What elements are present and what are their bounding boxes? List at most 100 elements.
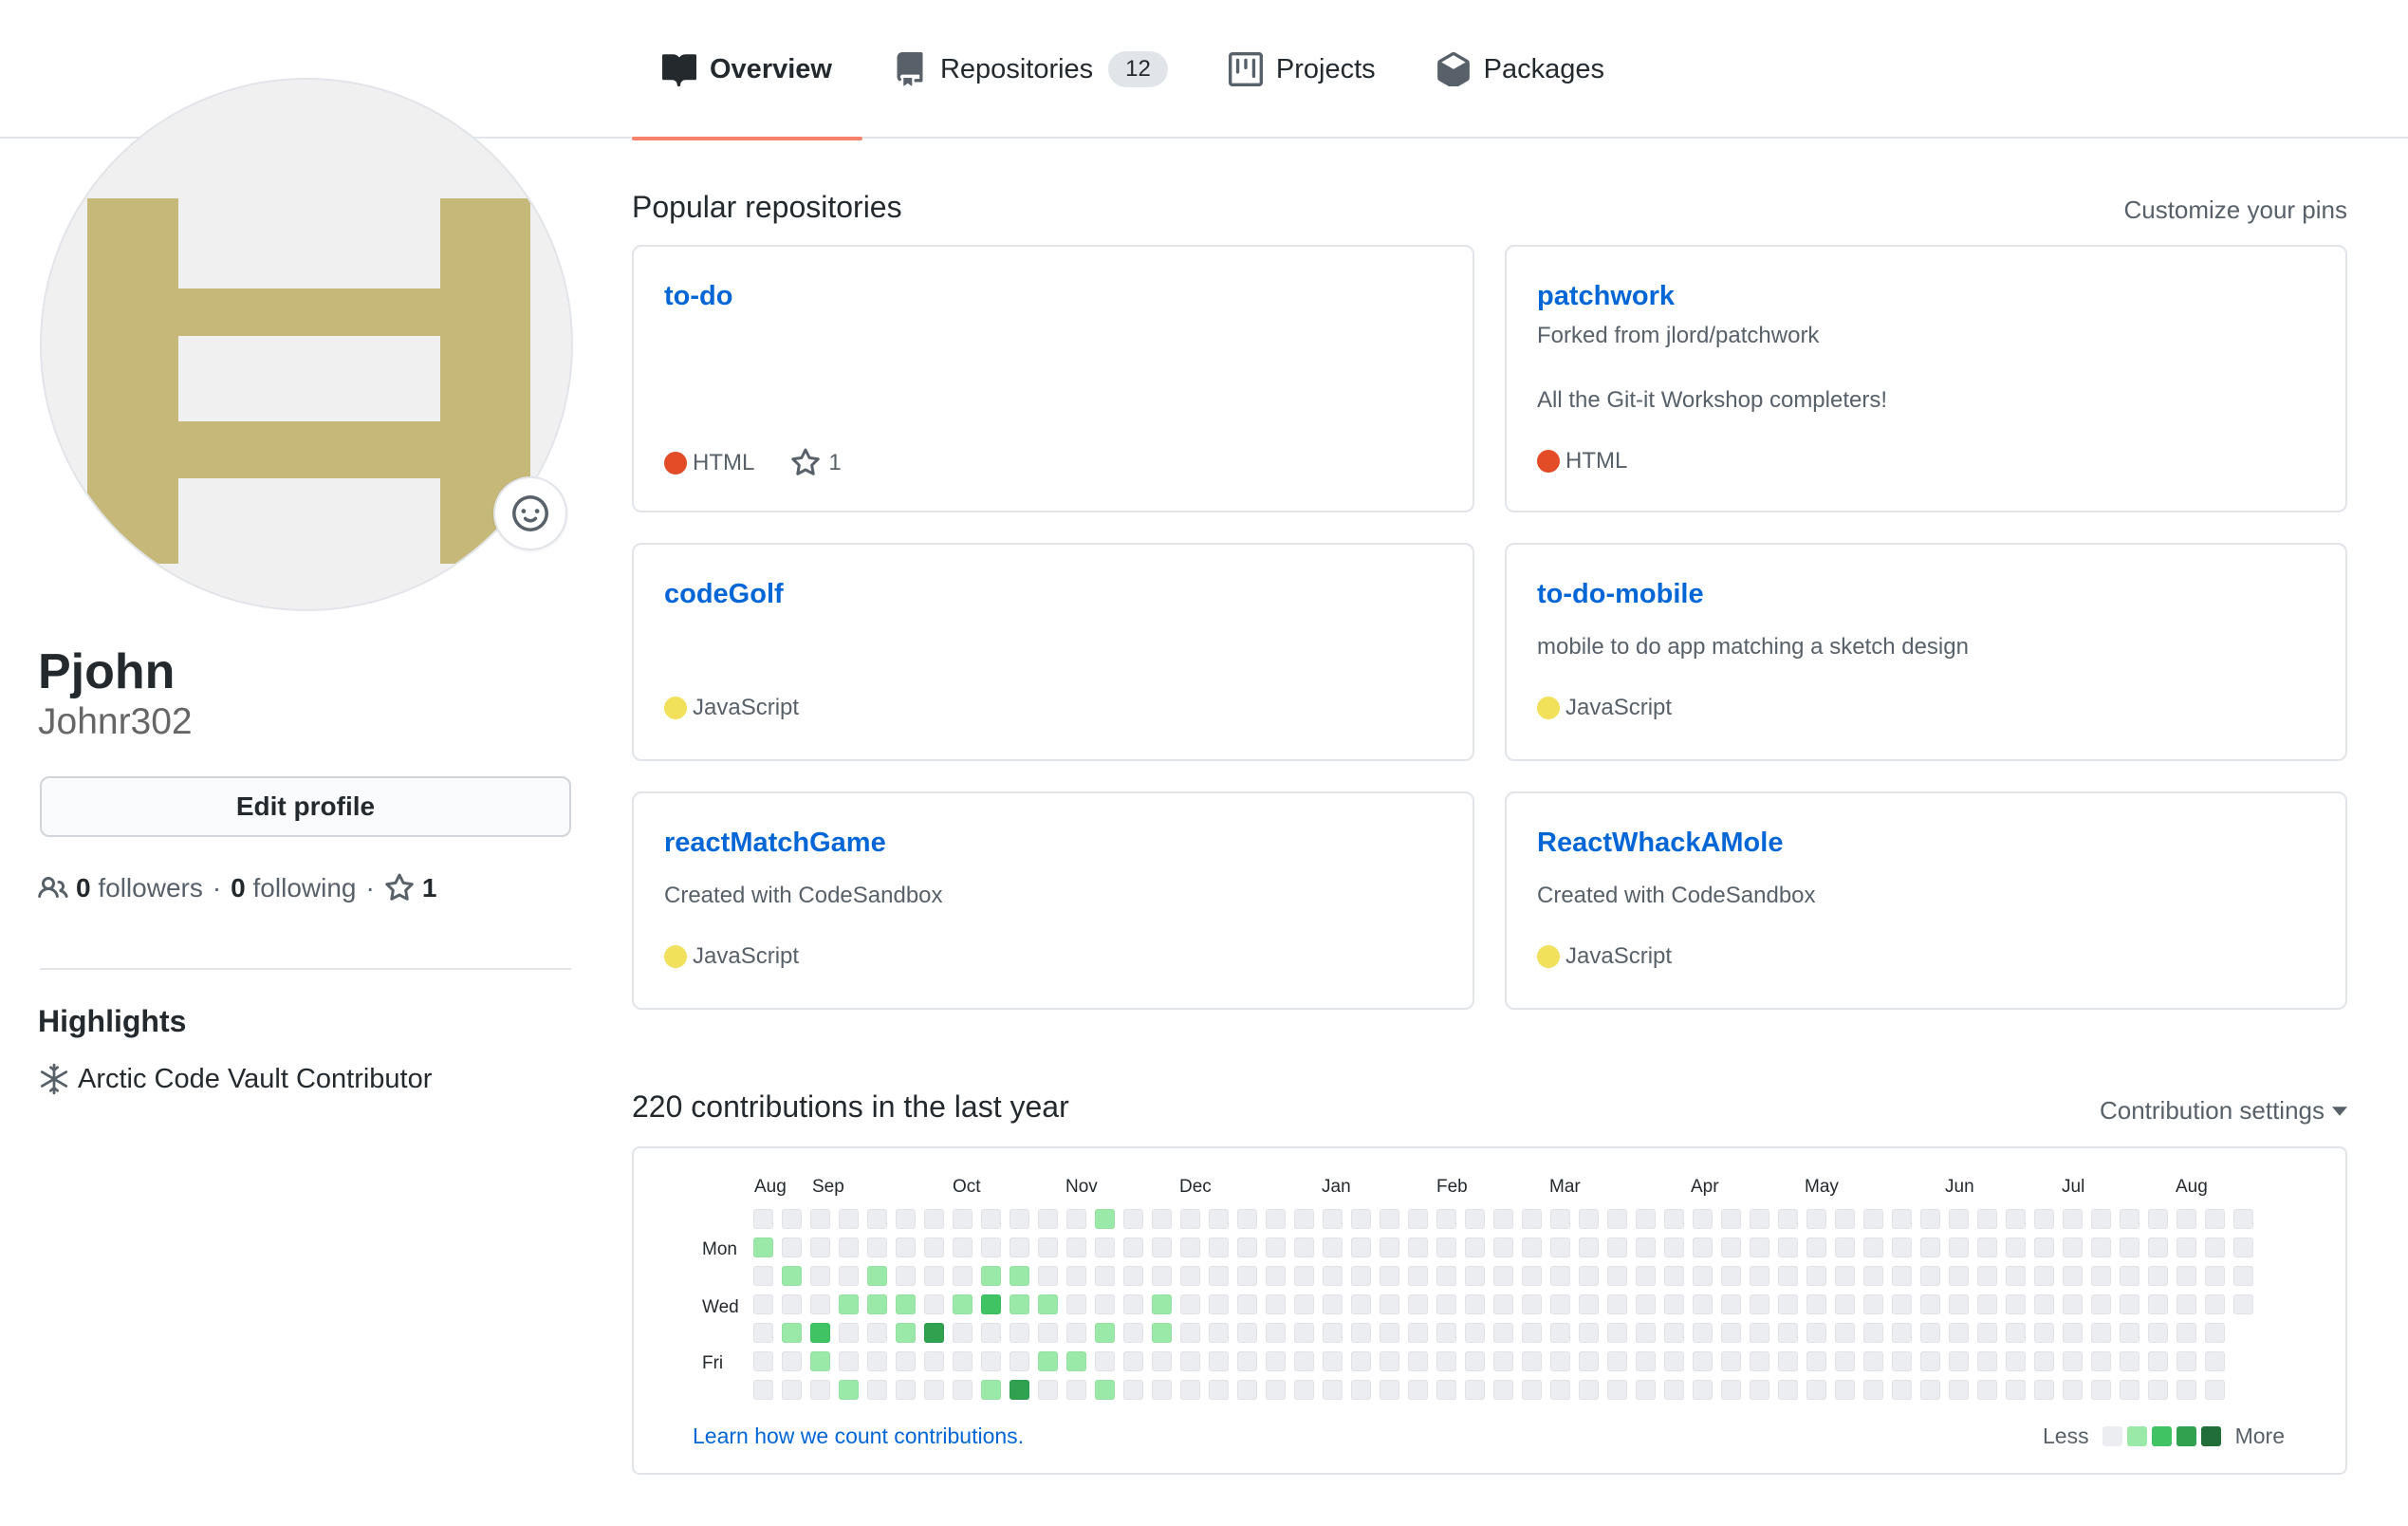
contribution-day[interactable] xyxy=(1750,1294,1769,1314)
contribution-day[interactable] xyxy=(1806,1209,1826,1229)
contribution-day[interactable] xyxy=(867,1266,887,1286)
contribution-day[interactable] xyxy=(924,1380,944,1400)
contribution-day[interactable] xyxy=(1323,1351,1343,1371)
contribution-day[interactable] xyxy=(1294,1380,1314,1400)
contribution-day[interactable] xyxy=(1778,1266,1798,1286)
contribution-day[interactable] xyxy=(896,1323,916,1343)
contribution-day[interactable] xyxy=(981,1351,1001,1371)
contribution-day[interactable] xyxy=(1152,1266,1172,1286)
contribution-day[interactable] xyxy=(1351,1209,1371,1229)
contribution-day[interactable] xyxy=(924,1238,944,1257)
contribution-day[interactable] xyxy=(1038,1266,1058,1286)
contribution-day[interactable] xyxy=(1835,1351,1855,1371)
contribution-day[interactable] xyxy=(1778,1323,1798,1343)
contribution-day[interactable] xyxy=(2148,1380,2168,1400)
contribution-day[interactable] xyxy=(1380,1380,1399,1400)
contribution-day[interactable] xyxy=(1323,1294,1343,1314)
contribution-day[interactable] xyxy=(753,1351,773,1371)
contribution-day[interactable] xyxy=(1863,1323,1883,1343)
contribution-day[interactable] xyxy=(2176,1209,2196,1229)
contribution-day[interactable] xyxy=(1607,1380,1627,1400)
contribution-day[interactable] xyxy=(1522,1266,1542,1286)
contribution-day[interactable] xyxy=(2205,1351,2225,1371)
contribution-day[interactable] xyxy=(2205,1294,2225,1314)
contribution-day[interactable] xyxy=(1380,1323,1399,1343)
contribution-day[interactable] xyxy=(1294,1323,1314,1343)
contribution-day[interactable] xyxy=(2148,1238,2168,1257)
repo-stars-link[interactable]: 1 xyxy=(790,448,842,478)
contribution-day[interactable] xyxy=(1180,1294,1200,1314)
following-link[interactable]: 0 following xyxy=(231,873,356,903)
contribution-day[interactable] xyxy=(1038,1238,1058,1257)
contribution-day[interactable] xyxy=(1806,1323,1826,1343)
contribution-day[interactable] xyxy=(953,1323,972,1343)
contribution-day[interactable] xyxy=(1721,1209,1741,1229)
contribution-day[interactable] xyxy=(2148,1294,2168,1314)
contribution-day[interactable] xyxy=(1949,1351,1969,1371)
contribution-day[interactable] xyxy=(1095,1351,1115,1371)
contribution-day[interactable] xyxy=(1465,1323,1485,1343)
contribution-day[interactable] xyxy=(1408,1266,1428,1286)
contribution-day[interactable] xyxy=(1863,1380,1883,1400)
contribution-day[interactable] xyxy=(1294,1294,1314,1314)
contribution-day[interactable] xyxy=(896,1238,916,1257)
contribution-day[interactable] xyxy=(1010,1380,1029,1400)
contribution-day[interactable] xyxy=(810,1209,830,1229)
contribution-day[interactable] xyxy=(1408,1209,1428,1229)
contribution-day[interactable] xyxy=(1892,1323,1912,1343)
contribution-day[interactable] xyxy=(2205,1380,2225,1400)
contribution-day[interactable] xyxy=(2063,1323,2083,1343)
contribution-day[interactable] xyxy=(839,1238,859,1257)
contribution-day[interactable] xyxy=(2120,1266,2139,1286)
contribution-day[interactable] xyxy=(1835,1266,1855,1286)
contribution-day[interactable] xyxy=(1436,1380,1456,1400)
contribution-day[interactable] xyxy=(1209,1209,1229,1229)
contribution-day[interactable] xyxy=(1892,1238,1912,1257)
contribution-day[interactable] xyxy=(1750,1238,1769,1257)
contribution-day[interactable] xyxy=(1550,1351,1570,1371)
contribution-day[interactable] xyxy=(2063,1266,2083,1286)
contribution-day[interactable] xyxy=(981,1209,1001,1229)
contribution-day[interactable] xyxy=(753,1266,773,1286)
contribution-day[interactable] xyxy=(1180,1238,1200,1257)
contribution-day[interactable] xyxy=(1977,1238,1997,1257)
contribution-day[interactable] xyxy=(1237,1294,1257,1314)
contribution-day[interactable] xyxy=(1323,1209,1343,1229)
contribution-day[interactable] xyxy=(1550,1294,1570,1314)
contribution-day[interactable] xyxy=(1436,1266,1456,1286)
contribution-day[interactable] xyxy=(1664,1351,1684,1371)
contribution-day[interactable] xyxy=(1806,1351,1826,1371)
contribution-day[interactable] xyxy=(1806,1380,1826,1400)
contribution-day[interactable] xyxy=(753,1380,773,1400)
contribution-day[interactable] xyxy=(1465,1351,1485,1371)
contribution-day[interactable] xyxy=(1636,1266,1656,1286)
contribution-day[interactable] xyxy=(1863,1238,1883,1257)
contribution-day[interactable] xyxy=(1436,1294,1456,1314)
contribution-day[interactable] xyxy=(753,1238,773,1257)
repo-name-link[interactable]: reactMatchGame xyxy=(664,828,886,859)
contribution-day[interactable] xyxy=(1323,1380,1343,1400)
contribution-day[interactable] xyxy=(1237,1238,1257,1257)
contribution-day[interactable] xyxy=(1237,1266,1257,1286)
contribution-day[interactable] xyxy=(2148,1209,2168,1229)
contribution-day[interactable] xyxy=(1351,1323,1371,1343)
contribution-day[interactable] xyxy=(1636,1380,1656,1400)
contribution-day[interactable] xyxy=(1408,1238,1428,1257)
contribution-day[interactable] xyxy=(2006,1351,2026,1371)
contribution-day[interactable] xyxy=(896,1380,916,1400)
contribution-day[interactable] xyxy=(2148,1323,2168,1343)
contribution-day[interactable] xyxy=(1664,1323,1684,1343)
stars-link[interactable]: 1 xyxy=(384,873,436,903)
contribution-day[interactable] xyxy=(2176,1238,2196,1257)
contribution-day[interactable] xyxy=(1607,1266,1627,1286)
contribution-day[interactable] xyxy=(1010,1323,1029,1343)
contribution-day[interactable] xyxy=(953,1238,972,1257)
contribution-day[interactable] xyxy=(1380,1209,1399,1229)
contribution-day[interactable] xyxy=(1949,1323,1969,1343)
contribution-day[interactable] xyxy=(1550,1323,1570,1343)
contribution-day[interactable] xyxy=(1152,1323,1172,1343)
contribution-day[interactable] xyxy=(1550,1209,1570,1229)
contribution-day[interactable] xyxy=(1209,1294,1229,1314)
contribution-day[interactable] xyxy=(810,1351,830,1371)
contribution-day[interactable] xyxy=(953,1294,972,1314)
